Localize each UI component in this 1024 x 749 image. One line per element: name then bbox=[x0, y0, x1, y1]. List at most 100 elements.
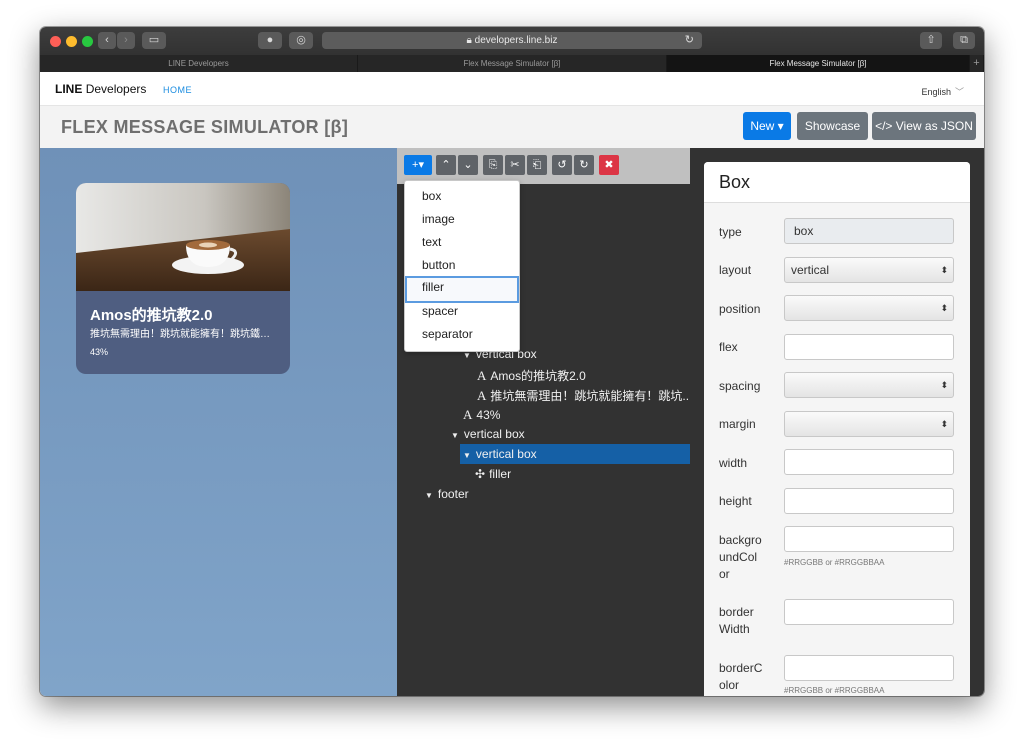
menu-item-image[interactable]: image bbox=[405, 208, 519, 231]
flex-bubble-card[interactable]: Amos的推坑教2.0 推坑無需理由！跳坑就能擁有！跳坑鐵… 43% bbox=[76, 183, 290, 374]
forward-arrow-icon[interactable]: › bbox=[117, 32, 135, 49]
browser-tab-active[interactable]: Flex Message Simulator [β] bbox=[667, 55, 970, 72]
coffee-hero-image bbox=[76, 183, 290, 291]
menu-item-separator[interactable]: separator bbox=[405, 323, 519, 346]
background-color-hint: #RRGGBB or #RRGGBBAA bbox=[784, 558, 885, 567]
site-logo[interactable]: LINE Developers bbox=[55, 82, 146, 96]
margin-select[interactable]: ⬍ bbox=[784, 411, 954, 437]
message-preview: Amos的推坑教2.0 推坑無需理由！跳坑就能擁有！跳坑鐵… 43% bbox=[40, 148, 397, 696]
layout-select[interactable]: vertical ⬍ bbox=[784, 257, 954, 283]
type-field: box bbox=[784, 218, 954, 244]
showcase-button[interactable]: Showcase bbox=[797, 112, 868, 140]
height-label: height bbox=[719, 494, 752, 508]
close-window-icon[interactable] bbox=[50, 36, 61, 47]
page-title: FLEX MESSAGE SIMULATOR [β] bbox=[61, 117, 349, 137]
address-bar[interactable]: 🔒︎ developers.line.biz ↻ bbox=[322, 32, 702, 49]
add-component-button[interactable]: +▾ bbox=[404, 155, 432, 175]
site-header: LINE Developers HOME English ﹀ bbox=[40, 72, 984, 106]
tree-node-filler[interactable]: ✣ filler bbox=[475, 467, 511, 481]
tabs-overview-icon[interactable]: ⧉ bbox=[953, 32, 975, 49]
undo-icon[interactable]: ↺ bbox=[552, 155, 572, 175]
tree-node-text[interactable]: A 推坑無需理由！跳坑就能擁有！跳坑... bbox=[477, 387, 692, 404]
type-label: type bbox=[719, 225, 742, 239]
border-color-hint: #RRGGBB or #RRGGBBAA bbox=[784, 686, 885, 695]
new-tab-icon[interactable]: + bbox=[970, 55, 984, 72]
card-title: Amos的推坑教2.0 bbox=[90, 307, 213, 324]
redo-icon[interactable]: ↻ bbox=[574, 155, 594, 175]
select-arrows-icon: ⬍ bbox=[940, 380, 948, 390]
language-selector[interactable]: English ﹀ bbox=[921, 85, 964, 98]
tree-node-label: Amos的推坑教2.0 bbox=[490, 369, 586, 383]
delete-icon[interactable]: ✖ bbox=[599, 155, 619, 175]
select-arrows-icon: ⬍ bbox=[940, 303, 948, 313]
sidebar-icon[interactable]: ▭ bbox=[142, 32, 166, 49]
position-label: position bbox=[719, 302, 761, 316]
caret-down-icon[interactable]: ▼ bbox=[425, 491, 433, 500]
browser-tab-strip: LINE Developers Flex Message Simulator [… bbox=[40, 55, 984, 72]
tree-toolbar: +▾ ⌃ ⌄ ⎘ ✂ ⎗ ↺ ↻ ✖ bbox=[397, 148, 690, 184]
move-down-icon[interactable]: ⌄ bbox=[458, 155, 478, 175]
menu-item-button[interactable]: button bbox=[405, 254, 519, 277]
browser-tab[interactable]: Flex Message Simulator [β] bbox=[358, 55, 667, 72]
url-text: developers.line.biz bbox=[474, 35, 558, 46]
layout-label: layout bbox=[719, 263, 752, 277]
tree-node-box-selected[interactable]: ▼ vertical box bbox=[460, 444, 693, 464]
tree-node-label: filler bbox=[489, 467, 512, 481]
view-json-button[interactable]: </> View as JSON bbox=[872, 112, 976, 140]
caret-down-icon[interactable]: ▼ bbox=[463, 351, 471, 360]
tree-node-box[interactable]: ▼ vertical box bbox=[451, 427, 525, 441]
language-label: English bbox=[921, 87, 951, 97]
filler-move-icon: ✣ bbox=[475, 467, 486, 481]
background-color-input[interactable] bbox=[784, 526, 954, 552]
new-button[interactable]: New ▾ bbox=[743, 112, 791, 140]
move-up-icon[interactable]: ⌃ bbox=[436, 155, 456, 175]
border-width-label: border Width bbox=[719, 605, 754, 636]
border-color-label: borderC olor bbox=[719, 661, 763, 692]
caret-down-icon[interactable]: ▼ bbox=[463, 451, 471, 460]
menu-item-box[interactable]: box bbox=[405, 185, 519, 208]
paste-icon[interactable]: ⎗ bbox=[527, 155, 547, 175]
border-width-input[interactable] bbox=[784, 599, 954, 625]
home-link[interactable]: HOME bbox=[163, 85, 192, 95]
flex-label: flex bbox=[719, 340, 738, 354]
spacing-select[interactable]: ⬍ bbox=[784, 372, 954, 398]
text-type-icon: A bbox=[477, 368, 487, 383]
browser-tab[interactable]: LINE Developers bbox=[40, 55, 358, 72]
logo-text: Developers bbox=[85, 82, 147, 96]
width-label: width bbox=[719, 456, 748, 470]
cut-icon[interactable]: ✂ bbox=[505, 155, 525, 175]
extension-icon[interactable]: ● bbox=[258, 32, 282, 49]
page-title-bar: FLEX MESSAGE SIMULATOR [β] New ▾ Showcas… bbox=[40, 106, 984, 149]
height-input[interactable] bbox=[784, 488, 954, 514]
tree-node-label: 推坑無需理由！跳坑就能擁有！跳坑... bbox=[490, 389, 693, 403]
minimize-window-icon[interactable] bbox=[66, 36, 77, 47]
flex-input[interactable] bbox=[784, 334, 954, 360]
text-type-icon: A bbox=[463, 407, 473, 422]
browser-window: ‹ › ▭ ● ◎ 🔒︎ developers.line.biz ↻ ⇧ ⧉ L… bbox=[40, 27, 984, 696]
chevron-down-icon: ﹀ bbox=[954, 87, 964, 97]
reload-icon[interactable]: ↻ bbox=[685, 32, 694, 49]
lock-icon: 🔒︎ bbox=[466, 35, 475, 46]
border-color-input[interactable] bbox=[784, 655, 954, 681]
share-icon[interactable]: ⇧ bbox=[920, 32, 942, 49]
tree-node-text[interactable]: A 43% bbox=[463, 407, 500, 423]
tree-node-label: footer bbox=[437, 487, 469, 501]
properties-header: Box bbox=[704, 162, 970, 203]
caret-down-icon[interactable]: ▼ bbox=[451, 431, 459, 440]
menu-item-text[interactable]: text bbox=[405, 231, 519, 254]
background-color-label: backgro undCol or bbox=[719, 533, 762, 581]
properties-panel: Box type box layout vertical ⬍ position ⬍… bbox=[704, 162, 970, 696]
tree-node-text[interactable]: A Amos的推坑教2.0 bbox=[477, 367, 586, 384]
browser-titlebar: ‹ › ▭ ● ◎ 🔒︎ developers.line.biz ↻ ⇧ ⧉ bbox=[40, 27, 984, 55]
menu-item-filler[interactable]: filler bbox=[405, 276, 519, 303]
privacy-icon[interactable]: ◎ bbox=[289, 32, 313, 49]
layout-value: vertical bbox=[791, 263, 830, 277]
position-select[interactable]: ⬍ bbox=[784, 295, 954, 321]
tree-node-footer[interactable]: ▼ footer bbox=[425, 487, 469, 501]
back-arrow-icon[interactable]: ‹ bbox=[98, 32, 116, 49]
width-input[interactable] bbox=[784, 449, 954, 475]
copy-icon[interactable]: ⎘ bbox=[483, 155, 503, 175]
zoom-window-icon[interactable] bbox=[82, 36, 93, 47]
menu-item-spacer[interactable]: spacer bbox=[405, 300, 519, 323]
card-subtitle: 推坑無需理由！跳坑就能擁有！跳坑鐵… bbox=[90, 329, 270, 340]
